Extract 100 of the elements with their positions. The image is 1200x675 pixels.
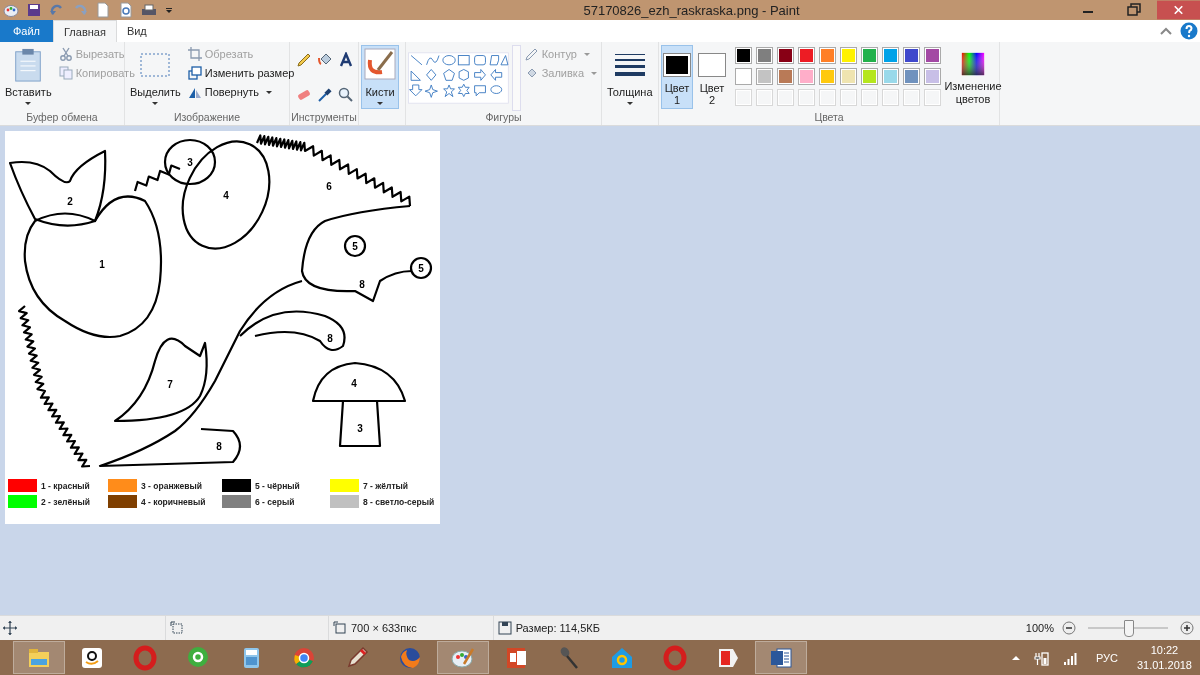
region-number: 5: [352, 241, 358, 252]
region-number: 7: [167, 379, 173, 390]
input-language[interactable]: РУС: [1095, 651, 1118, 664]
palette-swatch[interactable]: [819, 47, 836, 64]
help-icon[interactable]: [1180, 22, 1198, 40]
empty-swatch[interactable]: [798, 89, 815, 106]
scissors-icon: [58, 47, 73, 61]
palette-swatch[interactable]: [756, 47, 773, 64]
edit-colors-button[interactable]: Изменение цветов: [944, 45, 1002, 109]
legend-label: 1 - красный: [41, 480, 90, 491]
close-button[interactable]: [1157, 0, 1200, 20]
resize-icon: [187, 66, 202, 80]
palette-icon: [3, 2, 19, 18]
palette-swatch[interactable]: [924, 68, 941, 85]
palette-swatch[interactable]: [903, 68, 920, 85]
clock[interactable]: 10:22 31.01.2018: [1128, 642, 1200, 673]
palette-swatch[interactable]: [882, 68, 899, 85]
brush-icon: [364, 48, 396, 80]
fill-bucket-icon[interactable]: [317, 52, 333, 68]
palette-swatch[interactable]: [840, 68, 857, 85]
palette-swatch[interactable]: [756, 68, 773, 85]
text-tool-icon[interactable]: [338, 52, 354, 68]
resize-button[interactable]: Изменить размер: [186, 64, 296, 82]
empty-swatch[interactable]: [777, 89, 794, 106]
palette-swatch[interactable]: [798, 68, 815, 85]
palette-swatch[interactable]: [798, 47, 815, 64]
printer-icon[interactable]: [141, 2, 157, 18]
rotate-button[interactable]: Повернуть: [186, 83, 296, 101]
region-number: 3: [357, 423, 363, 434]
empty-swatch[interactable]: [924, 89, 941, 106]
print-preview-icon[interactable]: [118, 2, 134, 18]
region-number: 6: [326, 181, 332, 192]
palette-swatch[interactable]: [735, 68, 752, 85]
palette-swatch[interactable]: [735, 47, 752, 64]
caret-icon: [24, 101, 33, 106]
legend-label: 2 - зелёный: [41, 496, 90, 507]
dropdown-icon[interactable]: [164, 5, 174, 15]
copy-icon: [58, 66, 73, 80]
ribbon-tab[interactable]: Главная: [53, 20, 117, 42]
region-number: 3: [187, 157, 193, 168]
palette-swatch[interactable]: [861, 68, 878, 85]
pencil-icon: [524, 47, 539, 61]
legend-label: 4 - коричневый: [141, 496, 206, 507]
new-file-icon[interactable]: [95, 2, 111, 18]
empty-swatch[interactable]: [756, 89, 773, 106]
palette-swatch[interactable]: [903, 47, 920, 64]
gallery-scrollbar[interactable]: [511, 45, 521, 111]
save-icon[interactable]: [26, 2, 42, 18]
empty-swatch[interactable]: [861, 89, 878, 106]
region-number: 4: [223, 190, 229, 201]
crop-icon: [187, 47, 202, 61]
caret-icon: [590, 70, 598, 76]
thickness-button[interactable]: Толщина: [604, 45, 656, 109]
paste-button[interactable]: Вставить: [2, 45, 55, 109]
palette-swatch[interactable]: [924, 47, 941, 64]
taskbar-button[interactable]: [755, 641, 807, 674]
palette-swatch[interactable]: [777, 68, 794, 85]
move-cursor-icon: [3, 621, 17, 635]
empty-swatch[interactable]: [903, 89, 920, 106]
palette-swatch[interactable]: [777, 47, 794, 64]
legend-label: 5 - чёрный: [255, 480, 300, 491]
region-number: 1: [99, 259, 105, 270]
zoom-slider-thumb[interactable]: [1124, 619, 1134, 637]
magnifier-icon[interactable]: [338, 86, 354, 103]
palette-swatch[interactable]: [861, 47, 878, 64]
region-number: 8: [216, 441, 222, 452]
window-title: 57170826_ezh_raskraska.png - Paint: [582, 2, 801, 18]
color-button[interactable]: Цвет 2: [696, 45, 728, 109]
pencil-icon[interactable]: [296, 52, 312, 68]
empty-swatch[interactable]: [882, 89, 899, 106]
brushes-button[interactable]: Кисти: [361, 45, 399, 109]
caret-icon: [625, 101, 634, 106]
color-spectrum-icon: [959, 52, 987, 76]
region-number: 8: [359, 279, 365, 290]
group-label: Изображение: [172, 111, 242, 125]
empty-swatch[interactable]: [735, 89, 752, 106]
empty-swatch[interactable]: [819, 89, 836, 106]
caret-icon: [151, 101, 160, 106]
color-picker-icon[interactable]: [317, 86, 333, 103]
ring-icon: [132, 644, 158, 671]
ring-icon: [662, 644, 688, 671]
region-number: 8: [327, 333, 333, 344]
battery-icon[interactable]: [1033, 649, 1050, 666]
caret-icon: [265, 89, 274, 95]
legend-label: 8 - светло-серый: [363, 496, 435, 507]
image-dimensions: 700 × 633пкс: [351, 622, 417, 634]
group-label: Буфер обмена: [25, 111, 99, 125]
palette-swatch[interactable]: [882, 47, 899, 64]
zoom-in-button[interactable]: [1180, 621, 1194, 635]
group-label: Фигуры: [484, 111, 523, 125]
color-button[interactable]: Цвет 1: [661, 45, 693, 109]
group-label: Инструменты: [290, 111, 358, 125]
caret-icon: [582, 51, 591, 57]
ribbon-tab[interactable]: Файл: [0, 20, 53, 42]
palette-swatch[interactable]: [819, 68, 836, 85]
region-number: 5: [418, 263, 424, 274]
caret-icon: [376, 101, 384, 106]
palette-swatch[interactable]: [840, 47, 857, 64]
empty-swatch[interactable]: [840, 89, 857, 106]
zoom-out-button[interactable]: [1062, 621, 1076, 635]
